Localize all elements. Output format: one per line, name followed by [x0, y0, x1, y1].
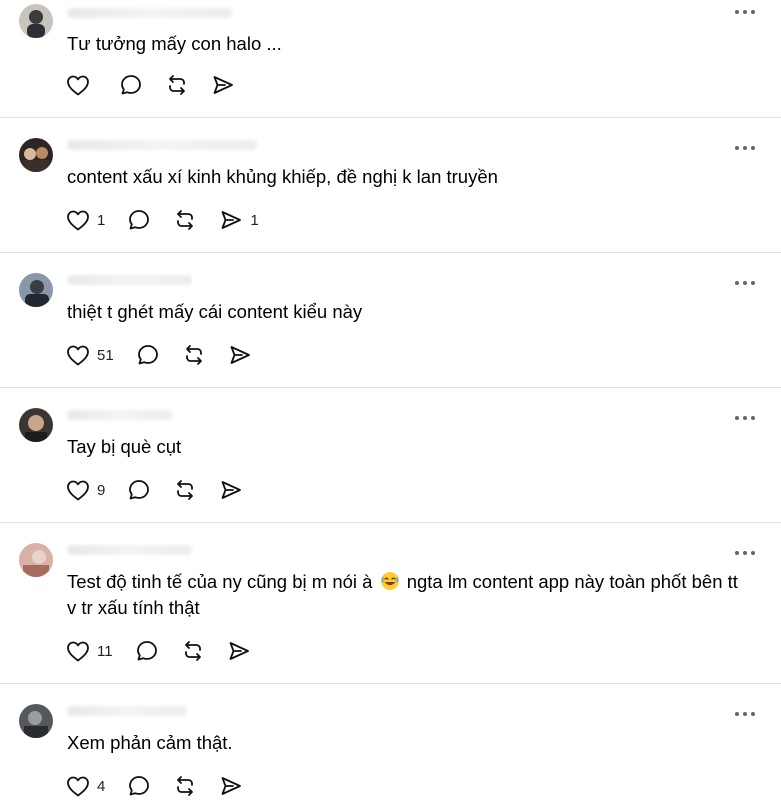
- comment-icon: [136, 641, 157, 661]
- post-text-part: Test độ tinh tế của ny cũng bị m nói à: [67, 571, 378, 592]
- action-bar: 9: [66, 477, 272, 503]
- reply-button[interactable]: [127, 478, 151, 502]
- share-button[interactable]: [211, 73, 242, 97]
- heart-icon: [67, 776, 89, 797]
- like-count: 4: [97, 777, 106, 795]
- send-icon: [213, 76, 233, 94]
- like-button[interactable]: 9: [66, 479, 105, 501]
- repost-icon: [177, 776, 194, 796]
- heart-icon: [67, 480, 89, 501]
- reply-button[interactable]: [136, 343, 160, 367]
- action-bar: 1 1: [66, 207, 281, 233]
- post-text: Tư tưởng mấy con halo ...: [67, 33, 282, 54]
- post-text: content xấu xí kinh khủng khiếp, đề nghị…: [67, 166, 498, 187]
- repost-icon: [177, 480, 194, 500]
- repost-button[interactable]: [165, 73, 189, 97]
- comment-icon: [129, 480, 150, 500]
- heart-icon: [67, 345, 89, 366]
- post: Tư tưởng mấy con halo ...: [0, 0, 781, 118]
- reply-button[interactable]: [127, 774, 151, 798]
- avatar[interactable]: [19, 408, 53, 442]
- send-icon: [229, 642, 249, 660]
- post: Xem phản cảm thật. 4: [0, 684, 781, 811]
- like-count: 11: [97, 642, 113, 660]
- more-options-icon[interactable]: [733, 274, 757, 292]
- share-button[interactable]: [227, 639, 258, 663]
- share-count: 1: [250, 211, 259, 229]
- avatar[interactable]: [19, 543, 53, 577]
- heart-icon: [67, 641, 89, 662]
- more-options-icon[interactable]: [733, 409, 757, 427]
- share-button[interactable]: [219, 774, 250, 798]
- username[interactable]: [67, 140, 257, 150]
- post: Tay bị què cụt 9: [0, 388, 781, 523]
- repost-button[interactable]: [181, 639, 205, 663]
- heart-icon: [67, 75, 89, 96]
- repost-button[interactable]: [173, 208, 197, 232]
- action-bar: 51: [66, 342, 281, 368]
- like-button[interactable]: [66, 74, 97, 96]
- reply-button[interactable]: [135, 639, 159, 663]
- action-bar: [66, 72, 264, 98]
- username[interactable]: [67, 706, 187, 716]
- username[interactable]: [67, 8, 232, 18]
- username[interactable]: [67, 410, 172, 420]
- repost-button[interactable]: [173, 478, 197, 502]
- repost-icon: [184, 641, 201, 661]
- avatar[interactable]: [19, 704, 53, 738]
- send-icon: [221, 777, 242, 795]
- send-icon: [221, 211, 242, 229]
- more-options-icon[interactable]: [733, 544, 757, 562]
- post-text: thiệt t ghét mấy cái content kiểu này: [67, 301, 363, 322]
- comment-icon: [129, 210, 150, 230]
- reply-button[interactable]: [119, 73, 143, 97]
- share-button[interactable]: [228, 343, 259, 367]
- repost-button[interactable]: [182, 343, 206, 367]
- share-button[interactable]: [219, 478, 250, 502]
- more-options-icon[interactable]: [733, 705, 757, 723]
- avatar[interactable]: [19, 138, 53, 172]
- action-bar: 4: [66, 773, 272, 799]
- heart-icon: [67, 210, 89, 231]
- share-button[interactable]: 1: [219, 208, 259, 232]
- reply-button[interactable]: [127, 208, 151, 232]
- like-count: 9: [97, 481, 106, 499]
- like-button[interactable]: 4: [66, 775, 105, 797]
- like-button[interactable]: 11: [66, 640, 113, 662]
- post: thiệt t ghét mấy cái content kiểu này 51: [0, 253, 781, 388]
- username[interactable]: [67, 275, 192, 285]
- replies-feed: Tư tưởng mấy con halo ... content xấu xí…: [0, 0, 781, 811]
- comment-icon: [137, 345, 158, 365]
- post: Test độ tinh tế của ny cũng bị m nói à n…: [0, 523, 781, 684]
- comment-icon: [129, 776, 150, 796]
- repost-button[interactable]: [173, 774, 197, 798]
- post-text: Tay bị què cụt: [67, 436, 182, 457]
- repost-icon: [177, 210, 194, 230]
- like-button[interactable]: 1: [66, 209, 105, 231]
- more-options-icon[interactable]: [733, 3, 757, 21]
- action-bar: 11: [66, 638, 280, 664]
- more-options-icon[interactable]: [733, 139, 757, 157]
- like-count: 1: [97, 211, 106, 229]
- avatar[interactable]: [19, 273, 53, 307]
- send-icon: [230, 346, 250, 364]
- like-count: 51: [97, 346, 114, 364]
- post-text: Xem phản cảm thật.: [67, 732, 233, 753]
- like-button[interactable]: 51: [66, 344, 114, 366]
- repost-icon: [185, 345, 202, 365]
- laughing-emoji: [380, 572, 399, 590]
- send-icon: [221, 481, 242, 499]
- post-text: Test độ tinh tế của ny cũng bị m nói à n…: [67, 569, 751, 621]
- username[interactable]: [67, 545, 192, 555]
- repost-icon: [169, 75, 185, 95]
- comment-icon: [121, 75, 141, 95]
- avatar[interactable]: [19, 4, 53, 38]
- post: content xấu xí kinh khủng khiếp, đề nghị…: [0, 118, 781, 253]
